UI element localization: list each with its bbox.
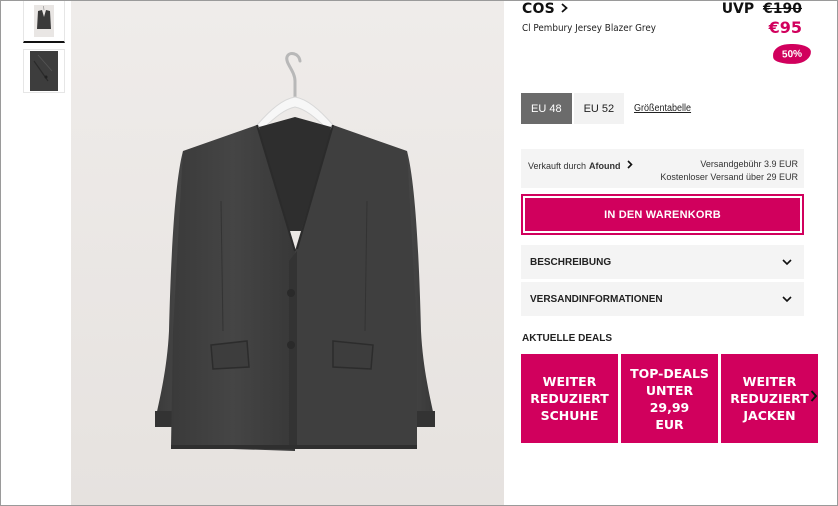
thumbnail-front[interactable]: [23, 1, 65, 43]
deal-tile-jackets[interactable]: WEITER REDUZIERT JACKEN: [721, 354, 818, 443]
size-option-eu52[interactable]: EU 52: [573, 93, 625, 124]
add-to-cart-label: IN DEN WARENKORB: [525, 198, 800, 231]
seller-link[interactable]: Verkauft durch Afound: [528, 160, 633, 172]
chevron-down-icon: [782, 295, 792, 303]
shipping-info-accordion[interactable]: VERSANDINFORMATIONEN: [521, 282, 804, 316]
shipping-info: Versandgebühr 3.9 EUR Kostenloser Versan…: [660, 158, 798, 184]
chevron-right-icon: [810, 389, 818, 407]
brand-name: COS: [522, 1, 555, 17]
seller-info: Verkauft durch Afound Versandgebühr 3.9 …: [521, 149, 804, 188]
thumbnail-detail[interactable]: [23, 49, 65, 93]
size-option-eu48[interactable]: EU 48: [521, 93, 572, 124]
description-label: BESCHREIBUNG: [530, 256, 612, 268]
product-page: COS Cl Pembury Jersey Blazer Grey UVP €1…: [0, 0, 838, 506]
add-to-cart-button[interactable]: IN DEN WARENKORB: [521, 194, 804, 235]
original-price: UVP €190: [722, 1, 802, 17]
sold-by-label: Verkauft durch: [528, 161, 587, 171]
shipping-info-label: VERSANDINFORMATIONEN: [530, 293, 663, 305]
blazer-detail-thumbnail-image: [30, 51, 58, 91]
seller-name: Afound: [589, 161, 621, 171]
uvp-label: UVP: [721, 1, 755, 17]
discount-badge: 50%: [772, 43, 812, 65]
deal-label: WEITER REDUZIERT SCHUHE: [530, 374, 609, 423]
sale-price: €95: [768, 18, 802, 37]
size-selector: EU 48 EU 52 Größentabelle: [521, 93, 698, 124]
thumbnail-strip: [23, 1, 65, 93]
deal-label: WEITER REDUZIERT JACKEN: [730, 374, 809, 423]
deals-carousel: WEITER REDUZIERT SCHUHE TOP-DEALS UNTER …: [521, 354, 821, 443]
deals-title: AKTUELLE DEALS: [522, 333, 612, 344]
old-price: €190: [763, 1, 802, 17]
shipping-fee: Versandgebühr 3.9 EUR: [700, 159, 798, 169]
blazer-thumbnail-image: [34, 5, 54, 37]
chevron-right-icon: [626, 160, 633, 172]
chevron-right-icon: [561, 2, 568, 16]
brand-link[interactable]: COS: [522, 1, 568, 17]
blazer-image: [71, 1, 504, 505]
deal-tile-top-deals[interactable]: TOP-DEALS UNTER 29,99 EUR: [621, 354, 718, 443]
deals-next-button[interactable]: [807, 389, 821, 407]
description-accordion[interactable]: BESCHREIBUNG: [521, 245, 804, 279]
deal-tile-shoes[interactable]: WEITER REDUZIERT SCHUHE: [521, 354, 618, 443]
deal-label: TOP-DEALS UNTER 29,99 EUR: [630, 365, 709, 432]
chevron-down-icon: [782, 258, 792, 266]
main-product-image: [71, 1, 504, 505]
product-name: Cl Pembury Jersey Blazer Grey: [522, 23, 656, 34]
free-shipping-note: Kostenloser Versand über 29 EUR: [660, 172, 798, 182]
size-chart-link[interactable]: Größentabelle: [634, 103, 691, 114]
